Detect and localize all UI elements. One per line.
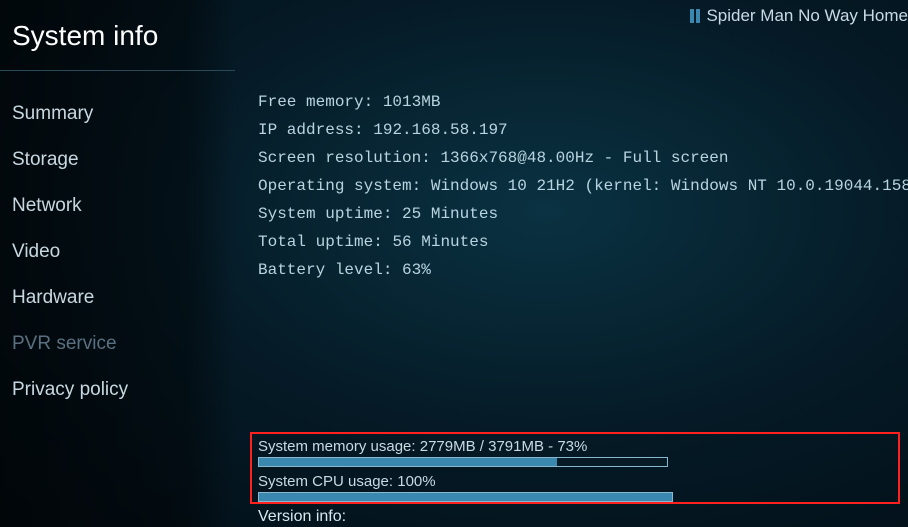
- ip-address-label: IP address:: [258, 121, 364, 139]
- sidebar-item-summary[interactable]: Summary: [0, 91, 235, 137]
- ip-address-value: 192.168.58.197: [373, 121, 507, 139]
- memory-progress-fill: [259, 458, 557, 466]
- total-uptime-value: 56 Minutes: [392, 233, 488, 251]
- memory-used: 2779MB: [420, 438, 476, 455]
- now-playing-title: Spider Man No Way Home: [706, 6, 908, 26]
- sidebar-item-pvr-service[interactable]: PVR service: [0, 321, 235, 367]
- battery-level-value: 63%: [402, 261, 431, 279]
- ip-address-line: IP address: 192.168.58.197: [258, 116, 900, 144]
- battery-level-line: Battery level: 63%: [258, 256, 900, 284]
- sidebar-item-storage[interactable]: Storage: [0, 137, 235, 183]
- operating-system-value: Windows 10 21H2 (kernel: Windows NT 10.0…: [431, 177, 908, 195]
- sidebar-item-hardware[interactable]: Hardware: [0, 275, 235, 321]
- free-memory-line: Free memory: 1013MB: [258, 88, 900, 116]
- sidebar-item-video[interactable]: Video: [0, 229, 235, 275]
- usage-section: System memory usage: 2779MB / 3791MB - 7…: [258, 438, 900, 508]
- sidebar-item-privacy-policy[interactable]: Privacy policy: [0, 367, 235, 413]
- pause-icon: [690, 9, 700, 23]
- system-info-panel: Free memory: 1013MB IP address: 192.168.…: [258, 88, 900, 284]
- screen-resolution-label: Screen resolution:: [258, 149, 431, 167]
- free-memory-label: Free memory:: [258, 93, 373, 111]
- operating-system-label: Operating system:: [258, 177, 421, 195]
- cpu-progress-bar: [258, 492, 673, 502]
- now-playing: Spider Man No Way Home: [690, 6, 908, 26]
- battery-level-label: Battery level:: [258, 261, 392, 279]
- memory-usage-label: System memory usage: 2779MB / 3791MB - 7…: [258, 438, 900, 455]
- memory-total: 3791MB: [488, 438, 544, 455]
- version-info-label: Version info:: [258, 508, 346, 526]
- free-memory-value: 1013MB: [383, 93, 441, 111]
- cpu-percent: 100%: [397, 473, 435, 490]
- cpu-usage-label: System CPU usage: 100%: [258, 473, 900, 490]
- memory-percent: 73%: [557, 438, 587, 455]
- sidebar-item-network[interactable]: Network: [0, 183, 235, 229]
- cpu-progress-fill: [259, 493, 672, 501]
- operating-system-line: Operating system: Windows 10 21H2 (kerne…: [258, 172, 900, 200]
- system-uptime-value: 25 Minutes: [402, 205, 498, 223]
- system-uptime-label: System uptime:: [258, 205, 392, 223]
- system-uptime-line: System uptime: 25 Minutes: [258, 200, 900, 228]
- page-title: System info: [0, 10, 235, 71]
- sidebar: System info Summary Storage Network Vide…: [0, 0, 235, 527]
- total-uptime-line: Total uptime: 56 Minutes: [258, 228, 900, 256]
- memory-progress-bar: [258, 457, 668, 467]
- screen-resolution-value: 1366x768@48.00Hz - Full screen: [440, 149, 728, 167]
- total-uptime-label: Total uptime:: [258, 233, 383, 251]
- screen-resolution-line: Screen resolution: 1366x768@48.00Hz - Fu…: [258, 144, 900, 172]
